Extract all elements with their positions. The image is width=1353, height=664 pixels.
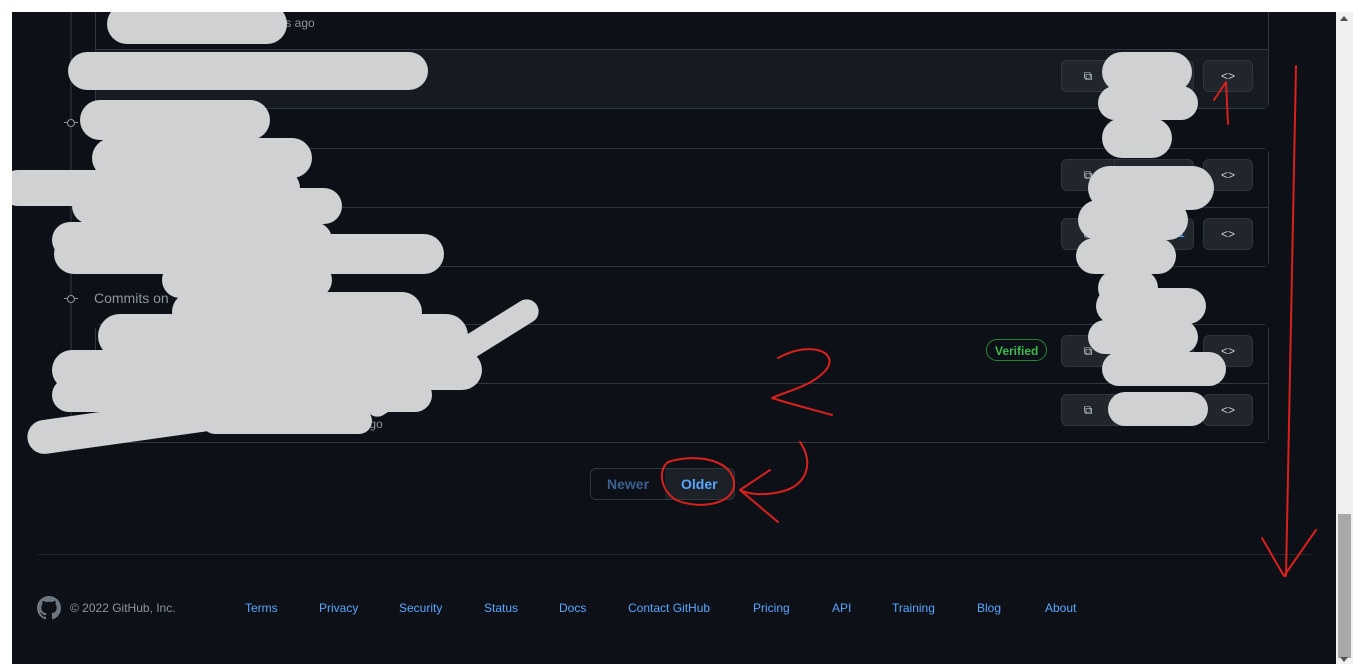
annotation-arrow-down (1285, 65, 1297, 577)
annotation-arrowhead (1261, 529, 1317, 577)
annotation-label-1 (1213, 81, 1229, 125)
annotation-circle (660, 457, 736, 506)
annotation-label-2 (771, 348, 833, 416)
annotation-pointer (739, 441, 809, 523)
annotation-overlay (660, 65, 1317, 577)
